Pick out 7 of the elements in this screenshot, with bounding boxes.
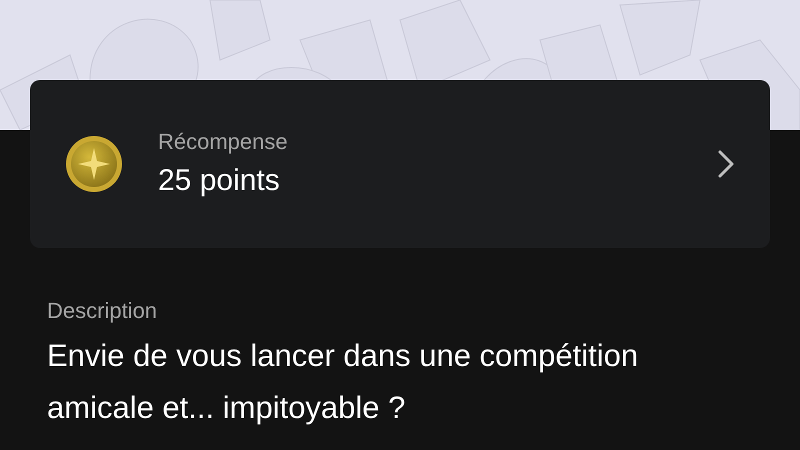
description-text: Envie de vous lancer dans une compétition amicale et... impitoyable ? [47,337,640,427]
reward-card[interactable]: Récompense 25 points [30,80,770,248]
reward-value: 25 points [158,163,281,199]
star-coin-icon [65,135,123,193]
chevron-right-icon [718,150,734,178]
reward-label: Récompense [158,129,289,155]
description-label: Description [47,298,158,324]
